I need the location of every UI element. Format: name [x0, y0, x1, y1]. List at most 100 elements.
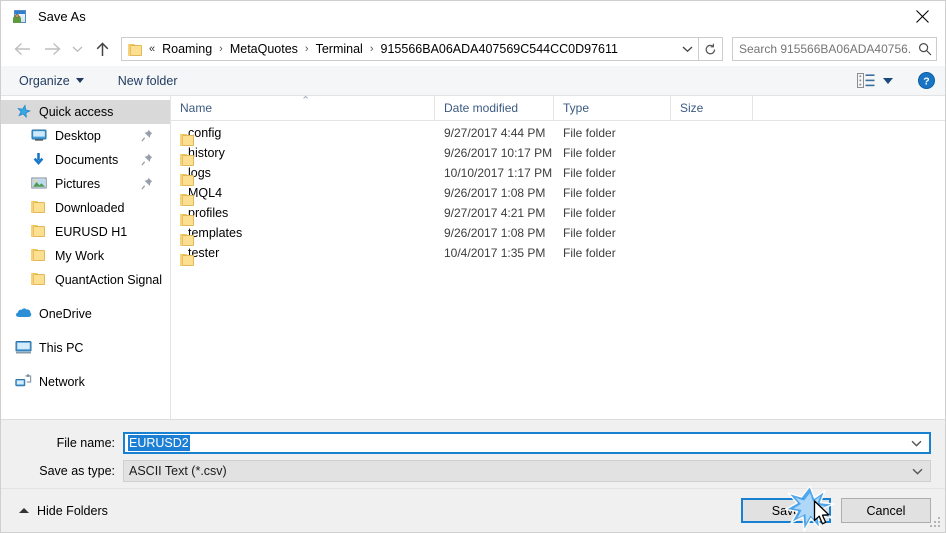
file-name-label: File name: [56, 436, 115, 450]
column-label: Name [180, 101, 213, 115]
chevron-down-icon [682, 46, 692, 53]
sidebar-item-label: QuantAction Signal [55, 273, 163, 287]
breadcrumb-separator[interactable]: › [219, 43, 223, 55]
cancel-button[interactable]: Cancel [841, 498, 931, 523]
network-icon [15, 374, 32, 390]
sidebar-item-quantaction-signal[interactable]: QuantAction Signal [1, 268, 170, 292]
search-icon[interactable] [914, 38, 936, 60]
sidebar-item-documents[interactable]: Documents [1, 148, 170, 172]
change-view-button[interactable] [854, 66, 896, 95]
table-row[interactable]: templates 9/26/2017 1:08 PM File folder [171, 223, 945, 246]
content-area: Quick access Desktop Documents Pictures … [1, 95, 945, 419]
column-label: Date modified [444, 101, 519, 115]
save-form: File name: EURUSD2 Save as type: ASCII T… [1, 419, 945, 488]
sidebar-item-my-work[interactable]: My Work [1, 244, 170, 268]
back-button[interactable] [7, 36, 37, 62]
close-icon [915, 10, 929, 23]
folder-icon [31, 200, 48, 216]
column-header-name[interactable]: Name ⌃ [171, 95, 435, 120]
file-name-value: EURUSD2 [128, 435, 190, 451]
sidebar-item-this-pc[interactable]: This PC [1, 336, 170, 360]
sidebar-item-pictures[interactable]: Pictures [1, 172, 170, 196]
file-date: 10/4/2017 1:35 PM [444, 246, 546, 260]
breadcrumb-crumb-roaming[interactable]: Roaming [160, 41, 214, 57]
title-bar: Save As [1, 1, 945, 32]
file-name: templates [188, 226, 243, 240]
sort-ascending-icon: ⌃ [301, 95, 311, 107]
breadcrumb-crumb-instance[interactable]: 915566BA06ADA407569C544CC0D97611 [379, 41, 620, 57]
file-list-pane: Name ⌃ Date modified Type Size config 9/… [171, 95, 945, 419]
breadcrumb-overflow[interactable]: « [149, 43, 155, 55]
forward-arrow-icon [44, 42, 61, 56]
file-name-cell: MQL4 [171, 186, 435, 206]
search-input[interactable] [733, 41, 914, 57]
save-as-type-select[interactable]: ASCII Text (*.csv) [123, 460, 931, 482]
chevron-down-icon[interactable] [912, 461, 923, 481]
organize-button[interactable]: Organize [15, 66, 88, 95]
breadcrumb-crumb-metaquotes[interactable]: MetaQuotes [228, 41, 300, 57]
up-arrow-icon [96, 41, 108, 56]
column-header-type[interactable]: Type [554, 96, 671, 120]
hide-folders-button[interactable]: Hide Folders [19, 504, 108, 518]
file-date: 9/26/2017 1:08 PM [444, 186, 546, 200]
help-icon: ? [918, 72, 935, 89]
sidebar-item-downloaded[interactable]: Downloaded [1, 196, 170, 220]
sidebar-item-onedrive[interactable]: OneDrive [1, 302, 170, 326]
breadcrumb-separator[interactable]: › [370, 43, 374, 55]
folder-icon [128, 42, 144, 56]
column-header-date-modified[interactable]: Date modified [435, 96, 554, 120]
file-type: File folder [563, 126, 616, 140]
this-pc-icon [15, 340, 32, 356]
chevron-down-icon[interactable] [911, 434, 922, 452]
new-folder-button[interactable]: New folder [114, 66, 182, 95]
save-as-icon [12, 9, 28, 25]
table-row[interactable]: tester 10/4/2017 1:35 PM File folder [171, 243, 945, 266]
sidebar-item-label: EURUSD H1 [55, 225, 128, 239]
table-row[interactable]: MQL4 9/26/2017 1:08 PM File folder [171, 183, 945, 206]
window-title: Save As [38, 9, 86, 24]
recent-locations-button[interactable] [67, 36, 87, 62]
save-button[interactable]: Save [741, 498, 831, 523]
table-row[interactable]: history 9/26/2017 10:17 PM File folder [171, 143, 945, 166]
pin-icon[interactable] [141, 153, 153, 166]
breadcrumb-crumb-terminal[interactable]: Terminal [314, 41, 365, 57]
chevron-down-icon [72, 46, 82, 53]
pin-icon[interactable] [141, 129, 153, 142]
navigation-bar: « Roaming › MetaQuotes › Terminal › 9155… [1, 32, 945, 66]
sidebar-item-desktop[interactable]: Desktop [1, 124, 170, 148]
table-row[interactable]: config 9/27/2017 4:44 PM File folder [171, 123, 945, 146]
svg-text:?: ? [923, 75, 929, 87]
column-header-row: Name ⌃ Date modified Type Size [171, 95, 945, 121]
resize-grip[interactable] [930, 517, 942, 529]
save-label: Save [771, 503, 801, 518]
file-name-row: File name: EURUSD2 [1, 432, 945, 454]
address-bar[interactable]: « Roaming › MetaQuotes › Terminal › 9155… [121, 37, 699, 61]
sidebar-item-label: OneDrive [39, 307, 92, 321]
search-box[interactable] [732, 37, 937, 61]
pin-icon[interactable] [141, 177, 153, 190]
sidebar-item-label: Quick access [39, 105, 114, 119]
file-type: File folder [563, 166, 616, 180]
address-dropdown-button[interactable] [676, 38, 698, 60]
file-date: 10/10/2017 1:17 PM [444, 166, 553, 180]
table-row[interactable]: logs 10/10/2017 1:17 PM File folder [171, 163, 945, 186]
column-header-size[interactable]: Size [671, 96, 753, 120]
dialog-button-bar: Hide Folders Save Cancel [1, 488, 945, 532]
file-name-input[interactable]: EURUSD2 [123, 432, 931, 454]
chevron-down-icon [883, 77, 893, 84]
sidebar-item-eurusd-h1[interactable]: EURUSD H1 [1, 220, 170, 244]
folder-icon [31, 224, 48, 240]
file-name-cell: config [171, 126, 435, 146]
close-button[interactable] [899, 1, 945, 32]
breadcrumb-separator[interactable]: › [305, 43, 309, 55]
sidebar-item-network[interactable]: Network [1, 370, 170, 394]
file-date: 9/26/2017 1:08 PM [444, 226, 546, 240]
sidebar-item-quick-access[interactable]: Quick access [1, 100, 170, 124]
file-type: File folder [563, 206, 616, 220]
up-button[interactable] [87, 36, 117, 62]
table-row[interactable]: profiles 9/27/2017 4:21 PM File folder [171, 203, 945, 226]
forward-button[interactable] [37, 36, 67, 62]
refresh-button[interactable] [699, 37, 723, 61]
save-as-type-label: Save as type: [39, 464, 115, 478]
help-button[interactable]: ? [918, 72, 935, 89]
